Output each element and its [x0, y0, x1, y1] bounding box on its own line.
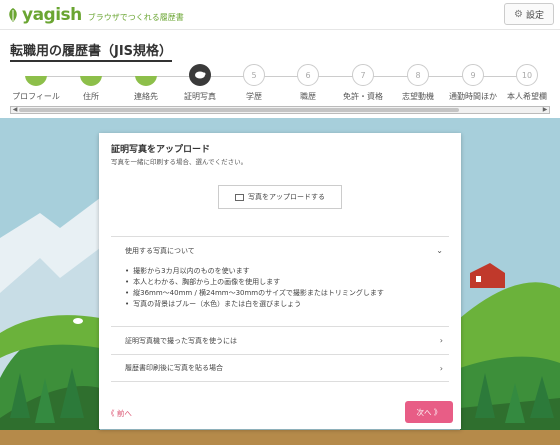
chevron-right-icon: › [439, 336, 443, 345]
step-label: 通勤時間ほか [449, 92, 497, 101]
step-label: 住所 [83, 92, 99, 101]
photo-rules-list: 撮影から3カ月以内のものを使います 本人とわかる、胸部から上の画像を使用します … [111, 264, 449, 312]
accordion-title: 履歴書印刷後に写真を貼る場合 [125, 364, 223, 372]
step-label: 証明写真 [184, 92, 216, 101]
prev-button[interactable]: 《 前へ [107, 408, 132, 419]
list-item: 本人とわかる、胸部から上の画像を使用します [133, 277, 449, 288]
step-number: 6 [297, 64, 319, 86]
accordion-header-photo-booth[interactable]: 証明写真機で撮った写真を使うには › [111, 326, 449, 354]
step-motivation[interactable]: 8 志望動機 [388, 64, 448, 102]
horizontal-scrollbar[interactable]: ◀ ▶ [10, 106, 550, 114]
list-item: 写真の背景はブルー（水色）または白を選びましょう [133, 299, 449, 310]
step-progress: プロフィール 住所 連絡先 証明写真 5 学歴 6 職歴 7 免許・資格 8 志… [0, 64, 560, 104]
step-profile[interactable]: プロフィール [6, 64, 66, 102]
step-commute[interactable]: 9 通勤時間ほか [443, 64, 503, 102]
sheep-icon [195, 71, 206, 79]
next-button[interactable]: 次へ 》 [405, 401, 453, 423]
step-number: 10 [516, 64, 538, 86]
step-address[interactable]: 住所 [61, 64, 121, 102]
step-number: 8 [407, 64, 429, 86]
upload-label: 写真をアップロードする [248, 193, 325, 201]
step-done-icon [80, 64, 102, 86]
step-work[interactable]: 6 職歴 [278, 64, 338, 102]
step-current-icon [189, 64, 211, 86]
scrollbar-thumb[interactable] [19, 108, 459, 112]
step-done-icon [135, 64, 157, 86]
leaf-icon [9, 8, 17, 22]
step-label: 連絡先 [134, 92, 158, 101]
step-photo[interactable]: 証明写真 [170, 64, 230, 102]
step-number: 5 [243, 64, 265, 86]
step-done-icon [25, 64, 47, 86]
top-header: yagish ブラウザでつくれる履歴書 ⚙ 設定 [0, 0, 560, 30]
modal-title: 証明写真をアップロード [111, 145, 211, 155]
step-contact[interactable]: 連絡先 [116, 64, 176, 102]
list-item: 撮影から3カ月以内のものを使います [133, 266, 449, 277]
settings-button[interactable]: ⚙ 設定 [504, 3, 554, 25]
step-request[interactable]: 10 本人希望欄 [497, 64, 557, 102]
step-label: 本人希望欄 [507, 92, 547, 101]
page-title: 転職用の履歴書（JIS規格） [10, 40, 173, 62]
settings-label: 設定 [525, 10, 544, 21]
step-label: 志望動機 [402, 92, 434, 101]
step-education[interactable]: 5 学歴 [224, 64, 284, 102]
scroll-right-icon[interactable]: ▶ [541, 106, 549, 114]
accordion-header-photo-usage[interactable]: 使用する写真について ⌄ [111, 236, 449, 264]
accordion-photo-booth: 証明写真機で撮った写真を使うには › [111, 326, 449, 354]
accordion-photo-usage: 使用する写真について ⌄ 撮影から3カ月以内のものを使います 本人とわかる、胸部… [111, 236, 449, 312]
modal-subtitle: 写真を一緒に印刷する場合、選んでください。 [111, 158, 248, 166]
gear-icon: ⚙ [514, 8, 523, 20]
step-number: 7 [352, 64, 374, 86]
accordion-title: 証明写真機で撮った写真を使うには [125, 336, 237, 345]
list-item: 縦36mm〜40mm / 横24mm〜30mmのサイズで撮影またはトリミングしま… [133, 288, 449, 299]
upload-photo-button[interactable]: 写真をアップロードする [218, 185, 342, 209]
step-label: 職歴 [300, 92, 316, 101]
step-label: 学歴 [246, 92, 262, 101]
logo-text: yagish [22, 5, 82, 25]
step-label: プロフィール [12, 92, 60, 101]
accordion-header-paste-later[interactable]: 履歴書印刷後に写真を貼る場合 › [111, 354, 449, 382]
photo-upload-modal: 証明写真をアップロード 写真を一緒に印刷する場合、選んでください。 写真をアップ… [99, 133, 461, 429]
accordion-title: 使用する写真について [125, 246, 195, 255]
logo-tagline: ブラウザでつくれる履歴書 [87, 12, 184, 22]
scroll-left-icon[interactable]: ◀ [11, 106, 19, 114]
chevron-right-icon: › [439, 364, 443, 373]
yagish-logo[interactable]: yagish ブラウザでつくれる履歴書 [6, 5, 184, 25]
step-number: 9 [462, 64, 484, 86]
chevron-down-icon: ⌄ [436, 246, 443, 255]
image-icon [235, 193, 244, 201]
accordion-paste-later: 履歴書印刷後に写真を貼る場合 › [111, 354, 449, 382]
step-license[interactable]: 7 免許・資格 [333, 64, 393, 102]
step-label: 免許・資格 [343, 92, 383, 101]
